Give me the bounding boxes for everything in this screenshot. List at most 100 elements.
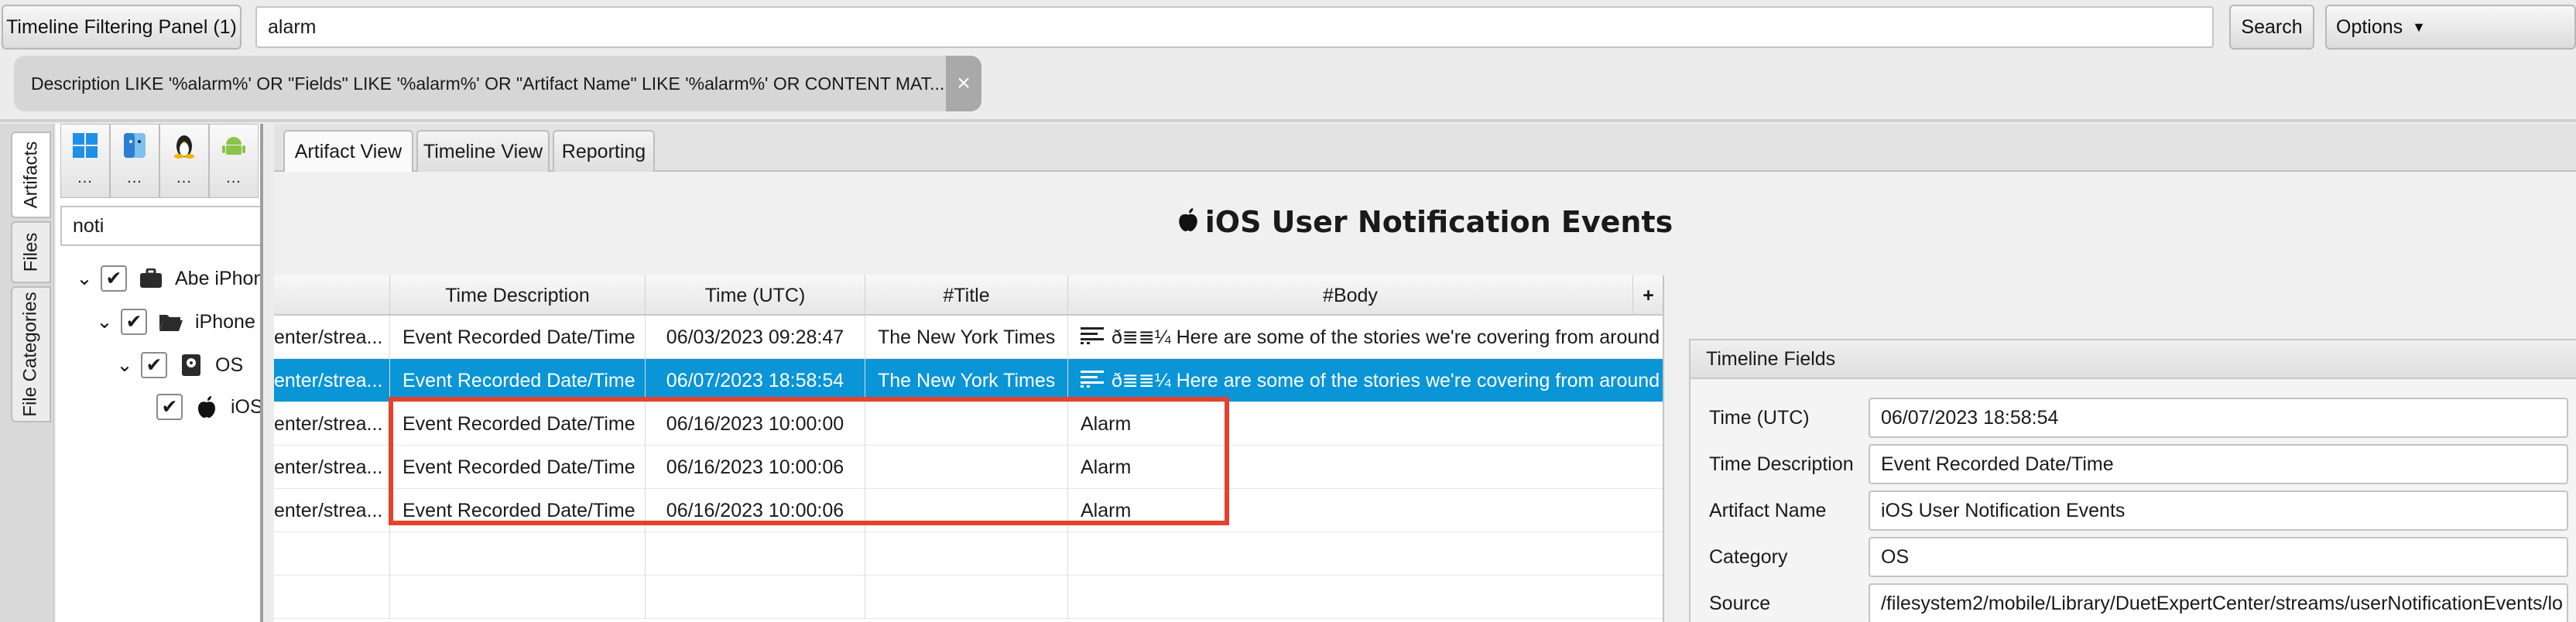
tree-node-device[interactable]: ⌄ ✔ Abe iPhon xyxy=(76,260,260,297)
tree-node-os[interactable]: ⌄ ✔ OS xyxy=(116,347,243,384)
table-row[interactable]: enter/strea... Event Recorded Date/Time … xyxy=(274,316,1663,359)
cell-source: enter/strea... xyxy=(274,402,390,446)
field-label-time-description: Time Description xyxy=(1709,453,1854,475)
options-label: Options xyxy=(2336,15,2403,38)
field-label-artifact-name: Artifact Name xyxy=(1709,499,1827,521)
cell-time-description: Event Recorded Date/Time xyxy=(390,359,646,402)
tree-checkbox[interactable]: ✔ xyxy=(141,352,167,378)
add-column-button[interactable]: + xyxy=(1633,275,1663,316)
os-filter-android-label: ... xyxy=(226,169,242,186)
search-input[interactable]: alarm xyxy=(255,6,2214,48)
os-filter-android[interactable]: ... xyxy=(209,124,259,198)
tab-artifact-view[interactable]: Artifact View xyxy=(283,130,413,172)
os-filter-linux[interactable]: ... xyxy=(159,124,209,198)
filter-chip: Description LIKE '%alarm%' OR "Fields" L… xyxy=(14,56,981,111)
cell-empty xyxy=(865,576,1068,619)
cell-empty xyxy=(646,576,865,619)
tab-file-categories[interactable]: File Categories xyxy=(11,286,51,422)
body-text: ð≣≣¼ Here are some of the stories we're … xyxy=(1112,326,1664,348)
table-row-empty xyxy=(274,532,1663,576)
cell-empty xyxy=(646,532,865,576)
field-value-time-description[interactable]: Event Recorded Date/Time xyxy=(1869,444,2568,484)
tab-timeline-view[interactable]: Timeline View xyxy=(416,130,550,172)
briefcase-icon xyxy=(138,265,164,292)
close-icon[interactable]: × xyxy=(946,56,981,111)
cell-source: enter/strea... xyxy=(274,446,390,489)
cell-title: The New York Times xyxy=(865,316,1068,359)
cell-source: enter/strea... xyxy=(274,359,390,402)
field-value-category[interactable]: OS xyxy=(1869,537,2568,577)
table-header: Time Description Time (UTC) #Title #Body… xyxy=(274,275,1663,316)
cell-source: enter/strea... xyxy=(274,489,390,532)
timeline-fields-panel: Timeline Fields Time (UTC) 06/07/2023 18… xyxy=(1689,339,2576,622)
windows-icon xyxy=(72,132,98,163)
field-value-time-utc[interactable]: 06/07/2023 18:58:54 xyxy=(1869,398,2568,438)
cell-empty xyxy=(390,576,646,619)
tree-checkbox[interactable]: ✔ xyxy=(101,265,127,292)
field-label-time-utc: Time (UTC) xyxy=(1709,406,1810,429)
options-button[interactable]: Options ▼ xyxy=(2325,5,2576,50)
tree-filter-input[interactable]: noti xyxy=(60,206,260,246)
cell-body: ð≣≣¼ Here are some of the stories we're … xyxy=(1068,316,1664,359)
field-label-category: Category xyxy=(1709,545,1788,568)
cell-time-utc: 06/03/2023 09:28:47 xyxy=(646,316,865,359)
field-value-source[interactable]: /filesystem2/mobile/Library/DuetExpertCe… xyxy=(1869,583,2568,622)
notification-lines-icon xyxy=(1081,326,1105,350)
tree-node-label: OS xyxy=(215,354,244,376)
divider xyxy=(0,119,2576,122)
tab-artifacts[interactable]: Artifacts xyxy=(11,132,51,218)
notification-lines-icon xyxy=(1081,369,1105,393)
tab-files-label: Files xyxy=(20,232,42,272)
cell-empty xyxy=(865,532,1068,576)
body-text: ð≣≣¼ Here are some of the stories we're … xyxy=(1112,370,1664,391)
drive-icon xyxy=(178,352,204,378)
apple-icon xyxy=(194,394,220,420)
column-header-title[interactable]: #Title xyxy=(865,275,1068,316)
tree-node-iphone[interactable]: ⌄ ✔ iPhone X xyxy=(96,303,260,340)
android-icon xyxy=(221,132,247,163)
table-row-empty xyxy=(274,576,1663,619)
cell-title: The New York Times xyxy=(865,359,1068,402)
linux-icon xyxy=(171,132,197,163)
chevron-down-icon[interactable]: ⌄ xyxy=(116,354,133,376)
tree-node-ios[interactable]: ✔ iOS xyxy=(156,388,263,425)
chevron-down-icon[interactable]: ⌄ xyxy=(96,311,113,333)
cell-empty xyxy=(274,532,390,576)
field-value-artifact-name[interactable]: iOS User Notification Events xyxy=(1869,490,2568,531)
timeline-fields-header: Timeline Fields xyxy=(1690,340,2576,379)
tab-artifacts-label: Artifacts xyxy=(20,141,41,209)
os-filter-windows[interactable]: ... xyxy=(60,124,110,198)
tab-reporting[interactable]: Reporting xyxy=(553,130,655,172)
column-header-source[interactable] xyxy=(274,275,390,316)
os-filter-mac[interactable]: ... xyxy=(110,124,159,198)
tree-node-label: iOS xyxy=(231,395,263,418)
os-filter-linux-label: ... xyxy=(176,169,192,186)
search-button[interactable]: Search xyxy=(2229,5,2314,50)
chevron-down-icon[interactable]: ⌄ xyxy=(76,268,93,289)
artifact-tree-panel: ... ... ... ... noti ⌄ ✔ Abe iPhon ⌄ ✔ i… xyxy=(56,124,263,622)
cell-source: enter/strea... xyxy=(274,316,390,359)
table-row-selected[interactable]: enter/strea... Event Recorded Date/Time … xyxy=(274,359,1663,402)
column-header-time-utc[interactable]: Time (UTC) xyxy=(646,275,865,316)
tree-checkbox[interactable]: ✔ xyxy=(121,309,147,335)
tab-files[interactable]: Files xyxy=(11,221,51,283)
side-tab-strip: Artifacts Files File Categories xyxy=(0,124,54,622)
column-header-time-description[interactable]: Time Description xyxy=(390,275,646,316)
tab-file-categories-label: File Categories xyxy=(20,292,41,417)
tree-checkbox[interactable]: ✔ xyxy=(156,394,183,420)
timeline-filtering-panel-button[interactable]: Timeline Filtering Panel (1) xyxy=(2,5,242,50)
highlight-box xyxy=(389,397,1229,525)
cell-time-utc: 06/07/2023 18:58:54 xyxy=(646,359,865,402)
filter-chip-text: Description LIKE '%alarm%' OR "Fields" L… xyxy=(31,73,944,94)
folder-open-icon xyxy=(158,309,184,335)
page-title: iOS User Notification Events xyxy=(274,172,2576,272)
view-tab-bar: Artifact View Timeline View Reporting xyxy=(274,124,2576,172)
tree-node-label: iPhone X xyxy=(195,310,260,333)
column-header-body[interactable]: #Body xyxy=(1068,275,1633,316)
chevron-down-icon: ▼ xyxy=(2412,19,2426,35)
cell-empty xyxy=(390,532,646,576)
cell-empty xyxy=(274,576,390,619)
cell-body: ð≣≣¼ Here are some of the stories we're … xyxy=(1068,359,1664,402)
field-label-source: Source xyxy=(1709,592,1771,614)
os-filter-mac-label: ... xyxy=(127,169,142,186)
